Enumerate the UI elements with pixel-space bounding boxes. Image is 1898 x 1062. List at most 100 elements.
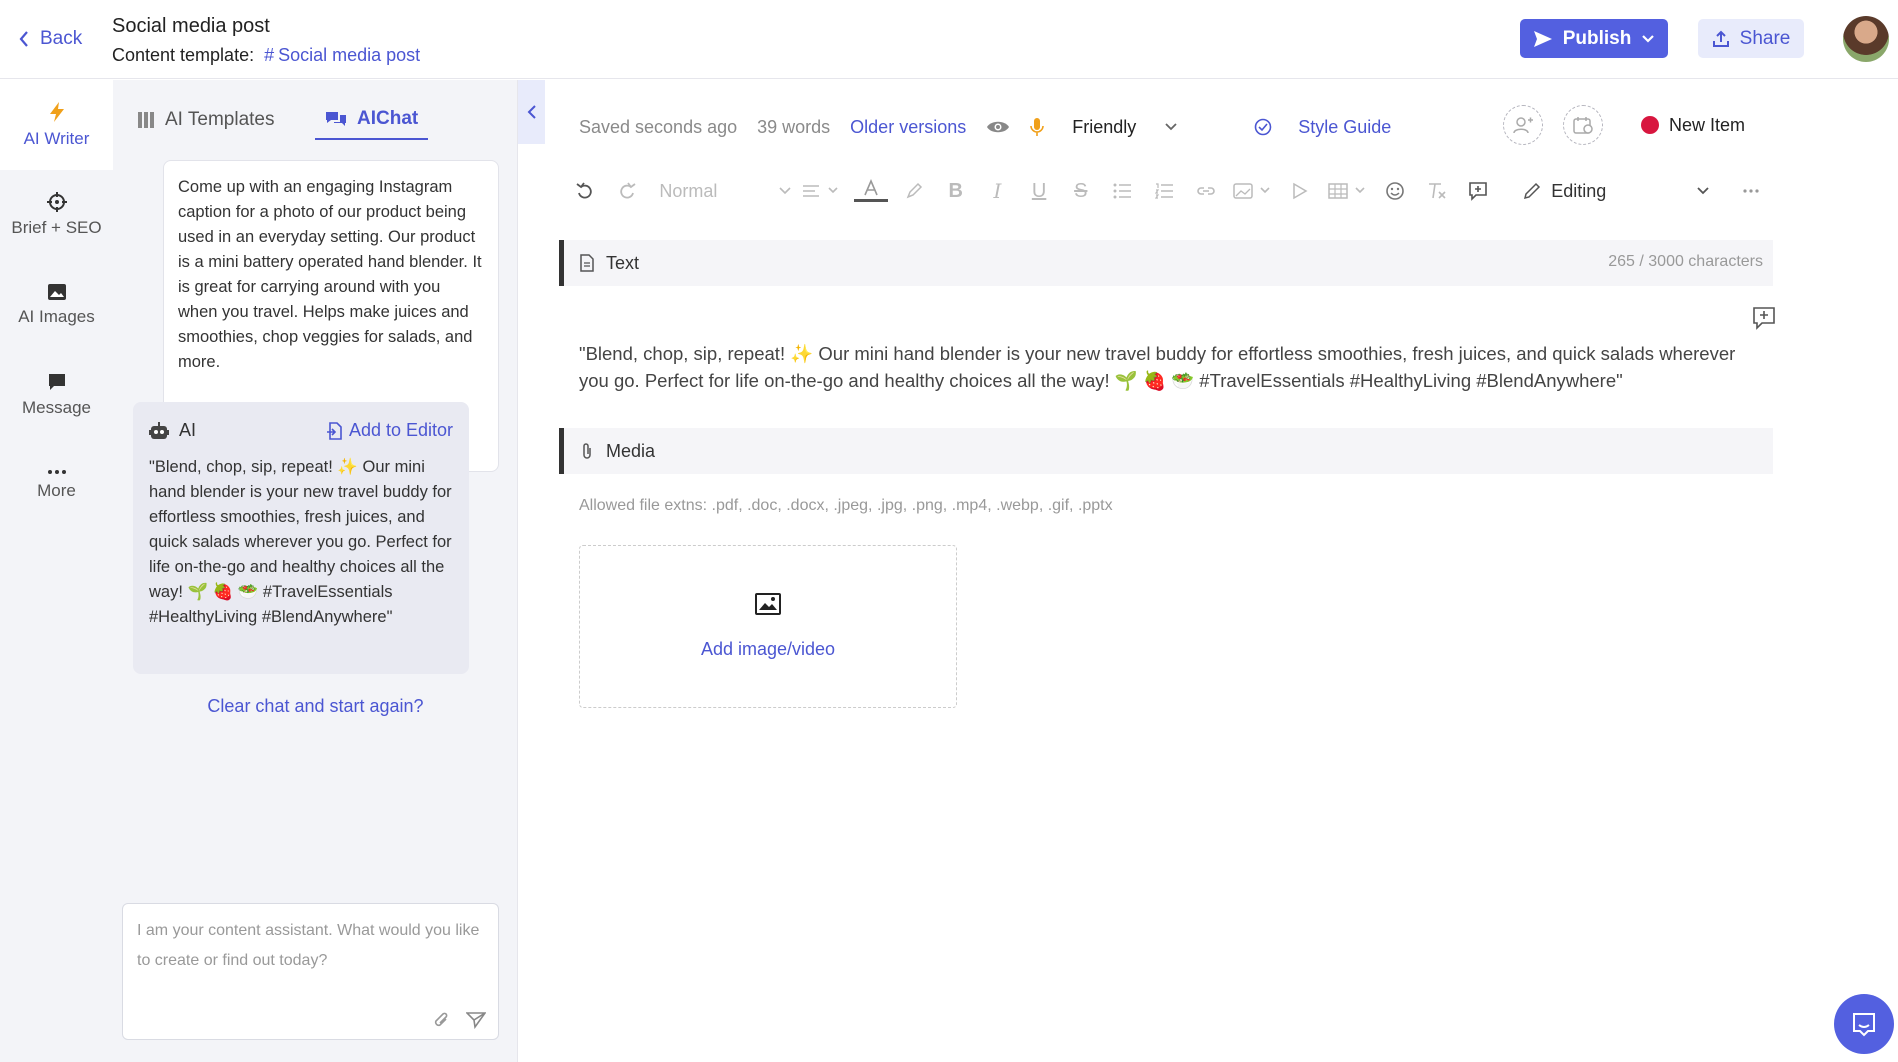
chat-tabs: AI Templates AIChat [113, 80, 518, 140]
image-icon [755, 593, 781, 615]
numbered-list-icon[interactable] [1147, 173, 1181, 209]
template-link[interactable]: # Social media post [264, 45, 420, 66]
media-section-header: Media [559, 428, 1773, 474]
redo-icon[interactable] [610, 173, 644, 209]
media-section-title: Media [606, 440, 656, 461]
highlight-icon[interactable] [897, 173, 931, 209]
text-editor-content[interactable]: "Blend, chop, sip, repeat! ✨ Our mini ha… [579, 340, 1759, 394]
align-icon[interactable] [800, 173, 845, 209]
chevron-down-icon [1696, 186, 1710, 196]
rail-item-label: AI Writer [23, 129, 90, 148]
help-chat-button[interactable] [1834, 994, 1894, 1054]
message-icon [47, 372, 67, 392]
paperclip-icon[interactable] [434, 1011, 450, 1029]
bullet-list-icon[interactable] [1106, 173, 1140, 209]
send-icon[interactable] [466, 1011, 486, 1029]
rail-item-message[interactable]: Message [0, 350, 113, 440]
add-comment-icon[interactable] [1462, 173, 1496, 209]
template-name: Social media post [278, 45, 421, 65]
avatar[interactable] [1843, 16, 1889, 62]
add-media-dropzone[interactable]: Add image/video [579, 545, 957, 708]
text-section-header: Text 265 / 3000 characters [559, 240, 1773, 286]
insert-table-icon[interactable] [1325, 173, 1370, 209]
chat-panel: AI Templates AIChat Come up with an enga… [113, 80, 518, 1062]
clear-chat-link[interactable]: Clear chat and start again? [113, 696, 518, 717]
robot-icon [149, 421, 169, 440]
font-color-icon[interactable] [853, 173, 889, 209]
italic-icon[interactable]: I [981, 173, 1015, 209]
chevron-down-icon [778, 186, 792, 196]
share-label: Share [1739, 27, 1791, 49]
tab-label: AI Templates [165, 109, 275, 130]
word-count: 39 words [757, 116, 831, 137]
older-versions-link[interactable]: Older versions [850, 117, 966, 138]
tone-label: Friendly [1072, 116, 1137, 137]
format-select[interactable]: Normal [651, 181, 792, 202]
ai-label: AI [179, 420, 197, 440]
chevron-left-icon [18, 30, 30, 48]
schedule-button[interactable] [1563, 105, 1603, 145]
chat-bubble-icon [1851, 1011, 1877, 1037]
clear-format-icon[interactable] [1420, 173, 1454, 209]
editor-actions: New Item [1503, 105, 1745, 145]
rail-item-label: AI Images [18, 307, 95, 326]
ai-message-header: AI Add to Editor [149, 418, 453, 443]
templates-icon [137, 111, 155, 129]
add-to-editor-label: Add to Editor [348, 420, 453, 440]
tab-aichat[interactable]: AIChat [315, 100, 429, 140]
add-comment-icon[interactable] [1752, 306, 1776, 330]
publish-button[interactable]: Publish [1520, 19, 1668, 58]
image-icon [47, 283, 67, 301]
share-button[interactable]: Share [1698, 19, 1804, 58]
text-section-title: Text [606, 252, 640, 273]
link-icon[interactable] [1189, 173, 1223, 209]
publish-label: Publish [1562, 27, 1632, 49]
strikethrough-icon[interactable]: S [1064, 173, 1098, 209]
media-embed-icon[interactable] [1284, 173, 1318, 209]
bold-icon[interactable]: B [939, 173, 973, 209]
add-to-editor-button[interactable]: Add to Editor [326, 418, 453, 443]
pencil-icon [1523, 182, 1541, 200]
insert-image-icon[interactable] [1231, 173, 1276, 209]
chat-input-placeholder: I am your content assistant. What would … [137, 922, 480, 969]
style-guide-link[interactable]: Style Guide [1254, 117, 1411, 138]
check-circle-icon [1254, 118, 1272, 136]
emoji-icon[interactable] [1378, 173, 1412, 209]
tab-ai-templates[interactable]: AI Templates [127, 100, 284, 140]
rail-item-more[interactable]: More [0, 440, 113, 530]
chat-input[interactable]: I am your content assistant. What would … [122, 903, 499, 1040]
editing-mode-dropdown[interactable]: Editing [1523, 181, 1710, 202]
back-label: Back [40, 28, 83, 49]
save-status: Saved seconds ago [579, 116, 738, 137]
chat-icon [325, 110, 347, 128]
upload-icon [1712, 30, 1730, 48]
undo-icon[interactable] [568, 173, 602, 209]
rail-item-ai-writer[interactable]: AI Writer [0, 80, 113, 170]
content-template: Content template: # Social media post [112, 45, 420, 66]
chevron-down-icon [1641, 34, 1655, 44]
collapse-panel-button[interactable] [518, 80, 545, 144]
tab-label: AIChat [357, 108, 419, 129]
status-label: New Item [1669, 114, 1746, 135]
underline-icon[interactable]: U [1022, 173, 1056, 209]
add-media-label: Add image/video [700, 639, 836, 659]
back-button[interactable]: Back [18, 28, 82, 50]
rail-item-ai-images[interactable]: AI Images [0, 260, 113, 350]
rail-item-label: Message [22, 398, 91, 417]
status-dot [1641, 116, 1659, 134]
left-rail: AI Writer Brief + SEO AI Images Message … [0, 80, 113, 1062]
eye-icon[interactable] [986, 119, 1010, 135]
character-counter: 265 / 3000 characters [1608, 253, 1763, 270]
lightning-icon [48, 101, 66, 123]
more-icon [47, 469, 67, 475]
assign-user-button[interactable] [1503, 105, 1543, 145]
more-options-icon[interactable] [1734, 173, 1768, 209]
template-label: Content template: [112, 45, 255, 65]
rail-item-brief-seo[interactable]: Brief + SEO [0, 170, 113, 260]
crosshair-icon [46, 192, 67, 212]
ai-author: AI [149, 418, 196, 443]
top-bar: Back Social media post Content template:… [0, 0, 1898, 79]
status-badge[interactable]: New Item [1641, 115, 1745, 136]
paperclip-icon [580, 442, 594, 460]
tone-dropdown[interactable]: Friendly [1030, 117, 1198, 138]
